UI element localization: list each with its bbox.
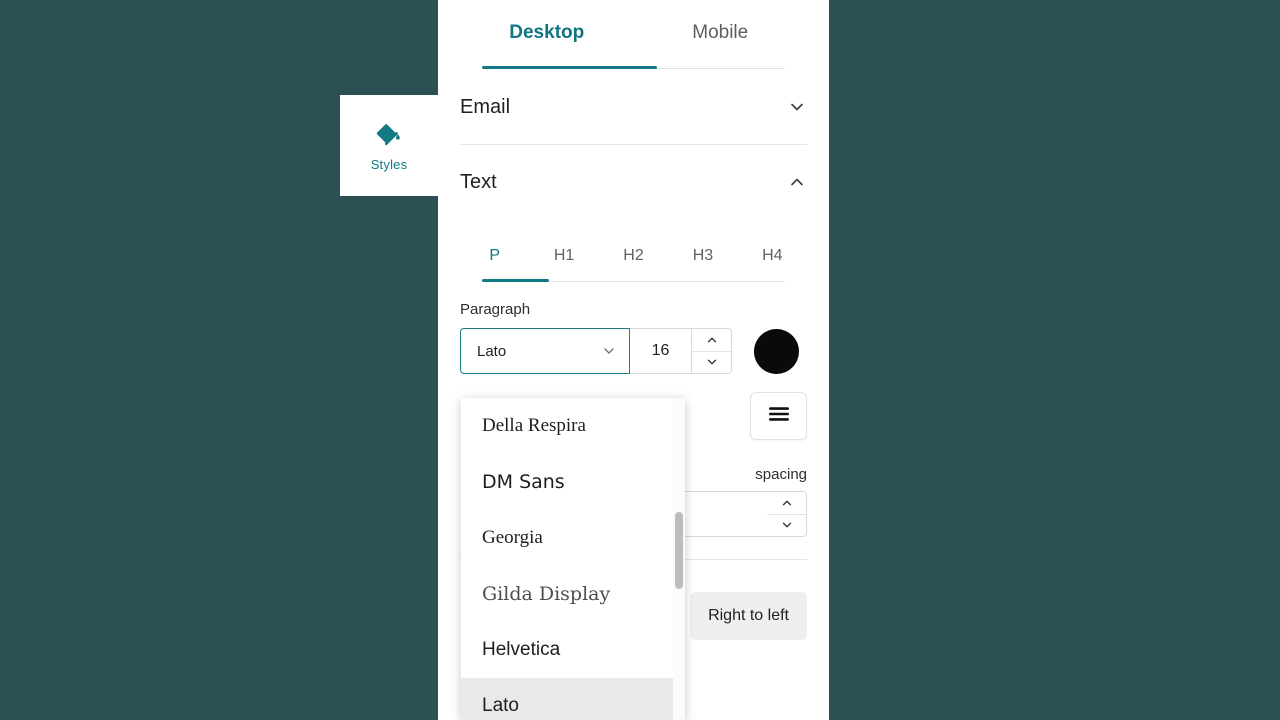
tab-level-p-label: P	[489, 247, 501, 264]
section-header-text[interactable]: Text	[460, 145, 807, 219]
right-to-left-button[interactable]: Right to left	[690, 592, 807, 640]
font-family-select[interactable]: Lato	[460, 328, 630, 374]
app-root: Styles Desktop Mobile Email Text P H1 H2…	[0, 0, 1280, 720]
section-title-text: Text	[460, 170, 497, 193]
tab-level-h2[interactable]: H2	[599, 229, 668, 283]
dropdown-scrollbar[interactable]	[673, 398, 685, 720]
chevron-down-icon	[601, 343, 617, 359]
font-control-row: Lato 16	[460, 328, 807, 374]
spacing-increment-button[interactable]	[767, 492, 806, 515]
align-justify-icon	[766, 401, 792, 432]
font-option-helvetica[interactable]: Helvetica	[461, 622, 685, 678]
align-justify-button[interactable]	[750, 392, 807, 440]
font-family-dropdown: Della Respira DM Sans Georgia Gilda Disp…	[461, 398, 685, 720]
device-tabs-active-indicator	[482, 66, 657, 69]
section-title-email: Email	[460, 95, 511, 118]
device-tabs: Desktop Mobile	[460, 0, 807, 70]
spacing-decrement-button[interactable]	[767, 515, 806, 537]
tab-desktop[interactable]: Desktop	[460, 0, 634, 70]
paint-bucket-icon	[374, 119, 404, 149]
tab-level-h4[interactable]: H4	[738, 229, 807, 283]
font-family-value: Lato	[477, 342, 507, 360]
font-size-value: 16	[651, 342, 670, 359]
sidebar-item-styles[interactable]: Styles	[340, 95, 438, 196]
font-size-input[interactable]: 16	[630, 328, 692, 374]
font-size-increment-button[interactable]	[692, 329, 731, 352]
tab-level-h1[interactable]: H1	[529, 229, 598, 283]
level-tabs-active-indicator	[482, 279, 549, 282]
tab-mobile[interactable]: Mobile	[634, 0, 808, 70]
tab-level-h4-label: H4	[762, 247, 783, 264]
font-size-stepper	[692, 328, 732, 374]
tab-desktop-label: Desktop	[509, 22, 585, 43]
font-family-option-list: Della Respira DM Sans Georgia Gilda Disp…	[461, 398, 685, 720]
chevron-down-icon[interactable]	[787, 97, 807, 117]
tab-level-p[interactable]: P	[460, 229, 529, 283]
chevron-up-icon[interactable]	[787, 172, 807, 192]
spacing-stepper	[767, 491, 807, 537]
font-size-decrement-button[interactable]	[692, 352, 731, 374]
text-level-tabs: P H1 H2 H3 H4	[460, 229, 807, 283]
settings-accordion: Email Text	[460, 70, 807, 219]
section-header-email[interactable]: Email	[460, 70, 807, 145]
font-option-georgia[interactable]: Georgia	[461, 510, 685, 566]
tab-level-h3[interactable]: H3	[668, 229, 737, 283]
font-option-lato[interactable]: Lato	[461, 678, 685, 720]
sidebar-item-label: Styles	[370, 157, 408, 172]
tab-level-h2-label: H2	[623, 247, 644, 264]
font-option-dm-sans[interactable]: DM Sans	[461, 454, 685, 510]
tab-mobile-label: Mobile	[692, 22, 749, 43]
dropdown-scrollbar-thumb[interactable]	[675, 512, 683, 589]
tab-level-h3-label: H3	[692, 247, 714, 264]
font-option-della-respira[interactable]: Della Respira	[461, 398, 685, 454]
paragraph-label: Paragraph	[460, 301, 531, 318]
tab-level-h1-label: H1	[553, 247, 575, 264]
paragraph-controls: Paragraph Lato 16	[460, 301, 807, 374]
text-color-swatch[interactable]	[754, 328, 799, 374]
font-option-gilda-display[interactable]: Gilda Display	[461, 566, 685, 622]
